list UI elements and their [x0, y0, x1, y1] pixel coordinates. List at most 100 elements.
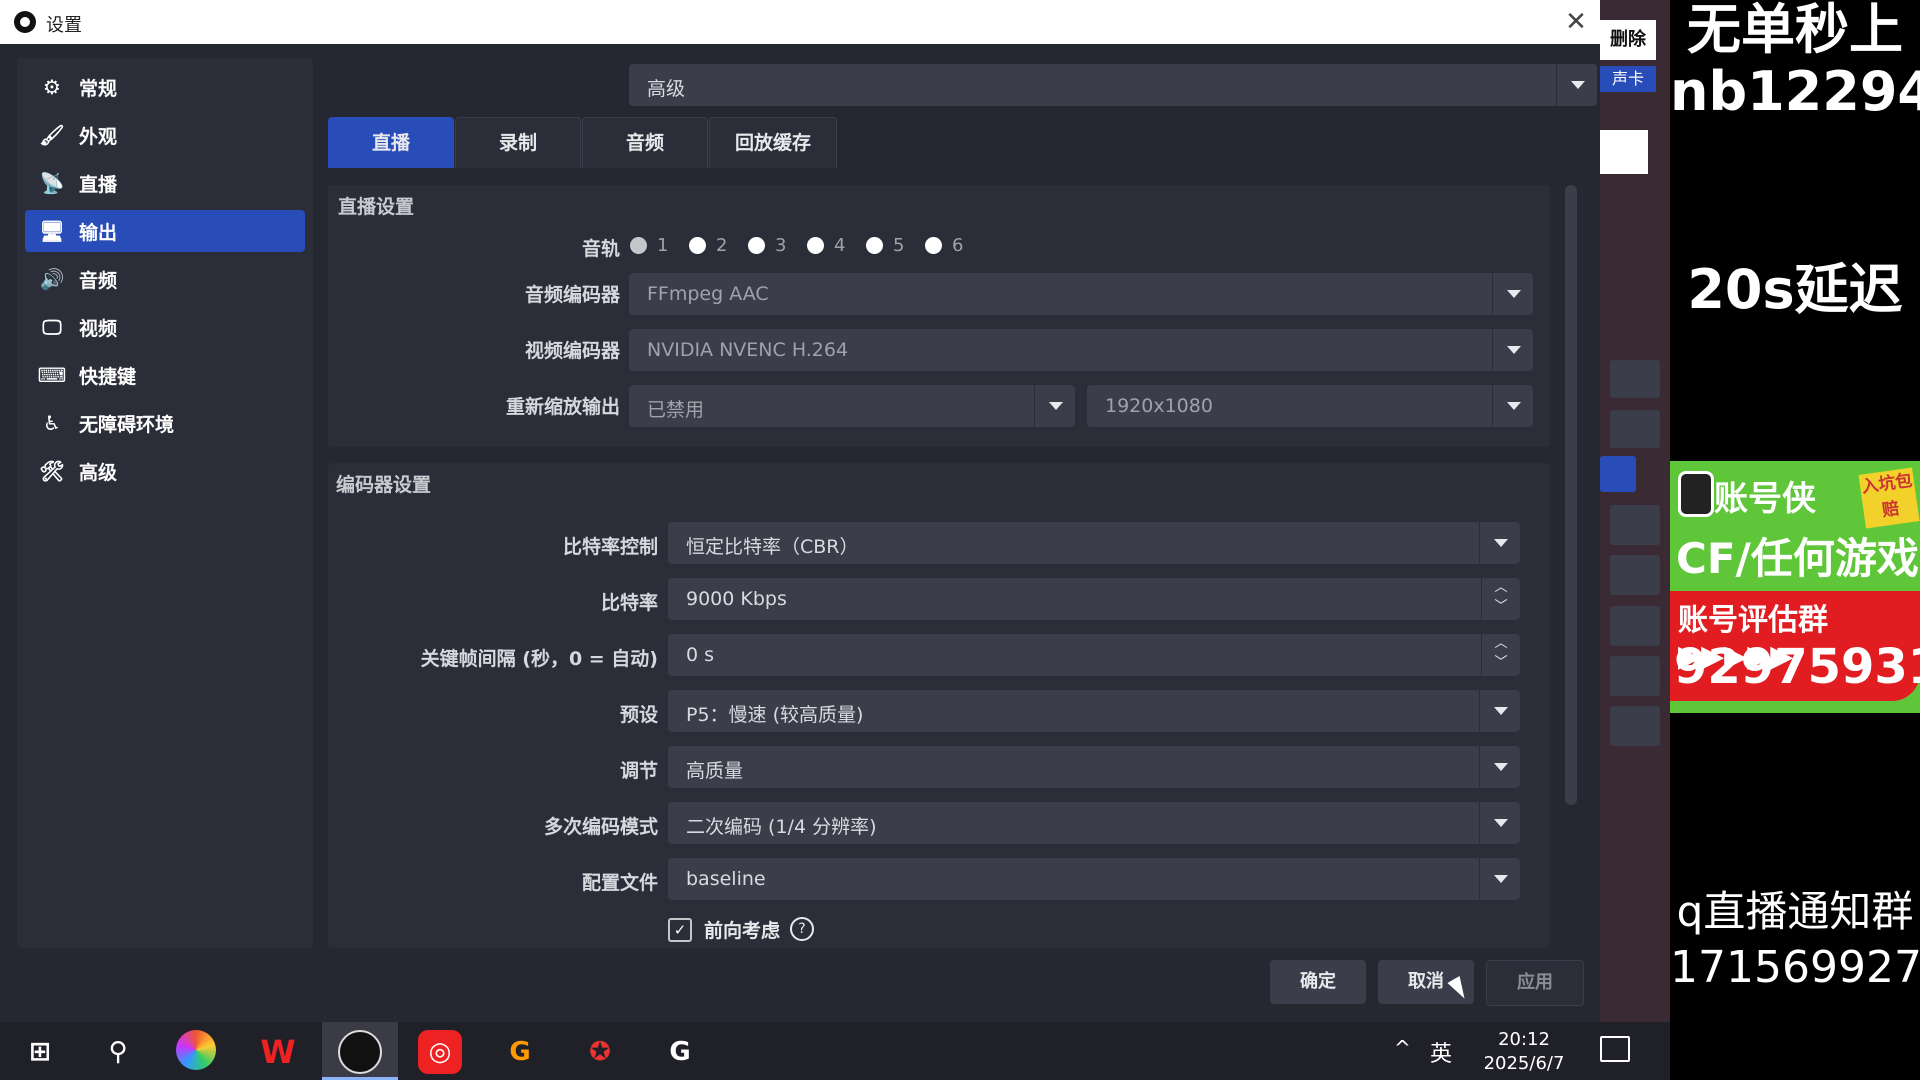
ad-corner-badge: 入坑包赔: [1858, 467, 1920, 529]
chevron-down-icon: [1479, 522, 1520, 564]
overlay-line-1: 无单秒上: [1687, 0, 1903, 61]
audio-track-5[interactable]: 5: [866, 235, 904, 256]
bg-block: [1610, 360, 1660, 398]
ad-line-2: CF/任何游戏: [1676, 534, 1919, 583]
chevron-down-icon: [1479, 690, 1520, 732]
game-g-icon[interactable]: G: [498, 1030, 542, 1074]
wps-icon[interactable]: W: [256, 1030, 300, 1074]
sidebar-item-output[interactable]: 🖥 输出: [25, 210, 305, 252]
obs-app-icon: [14, 11, 36, 33]
tab-audio[interactable]: 音频: [582, 117, 708, 168]
search-icon[interactable]: ⚲: [96, 1030, 140, 1074]
windows-start-icon[interactable]: ⊞: [18, 1030, 62, 1074]
sidebar-item-label: 高级: [79, 461, 118, 484]
audio-track-1[interactable]: 1: [630, 235, 668, 256]
bg-block: [1610, 555, 1660, 595]
rate-control-select[interactable]: 恒定比特率（CBR）: [668, 522, 1520, 564]
video-encoder-select[interactable]: NVIDIA NVENC H.264: [629, 329, 1533, 371]
sidebar-item-label: 快捷键: [79, 365, 137, 388]
rescale-output-label: 重新缩放输出: [505, 396, 620, 418]
tuning-select[interactable]: 高质量: [668, 746, 1520, 788]
keyboard-icon: ⌨: [37, 363, 67, 387]
audio-track-4[interactable]: 4: [807, 235, 845, 256]
content-scrollbar[interactable]: [1565, 185, 1577, 805]
logitech-g-icon[interactable]: G: [658, 1030, 702, 1074]
cf-game-icon[interactable]: ✪: [578, 1030, 622, 1074]
audio-track-2[interactable]: 2: [689, 235, 727, 256]
accessibility-icon: ♿: [43, 411, 61, 435]
video-encoder-label: 视频编码器: [524, 340, 620, 362]
rescale-output-select[interactable]: 已禁用: [629, 385, 1075, 427]
settings-sidebar: ⚙ 常规 🖌 外观 📡 直播 🖥 输出 🔊 音频 🖵 视频 ⌨ 快捷键 ♿ 无障…: [17, 58, 313, 948]
bitrate-label: 比特率: [600, 592, 658, 614]
audio-encoder-select[interactable]: FFmpeg AAC: [629, 273, 1533, 315]
tab-replay-buffer[interactable]: 回放缓存: [709, 117, 837, 168]
sidebar-item-audio[interactable]: 🔊 音频: [25, 258, 305, 300]
clock-time: 20:12: [1498, 1029, 1550, 1050]
sidebar-item-general[interactable]: ⚙ 常规: [25, 66, 305, 108]
bg-block: [1610, 656, 1660, 696]
audio-track-6[interactable]: 6: [925, 235, 963, 256]
sidebar-item-stream[interactable]: 📡 直播: [25, 162, 305, 204]
encoder-settings-title: 编码器设置: [336, 474, 432, 496]
speaker-icon: 🔊: [39, 267, 65, 291]
sidebar-item-label: 常规: [79, 77, 118, 100]
gear-icon: ⚙: [43, 75, 61, 99]
sidebar-item-advanced[interactable]: 🛠 高级: [25, 450, 305, 492]
lookahead-checkbox[interactable]: ✓: [668, 918, 692, 942]
antenna-icon: 📡: [39, 171, 65, 195]
profile-select[interactable]: baseline: [668, 858, 1520, 900]
sidebar-item-label: 无障碍环境: [79, 413, 175, 436]
spin-arrows-icon[interactable]: ︿ ﹀: [1481, 634, 1520, 676]
advert-banner: 账号侠 入坑包赔 CF/任何游戏 账号评估群 ▶▶▶▶▶ 929759317: [1670, 461, 1920, 713]
bg-block: [1610, 706, 1660, 746]
lock-icon: [1678, 471, 1714, 517]
chevron-down-icon: [1556, 64, 1597, 106]
bitrate-spinbox[interactable]: 9000 Kbps ︿ ﹀: [668, 578, 1520, 620]
rescale-resolution-select[interactable]: 1920x1080: [1087, 385, 1533, 427]
keyframe-interval-spinbox[interactable]: 0 s ︿ ﹀: [668, 634, 1520, 676]
ad-line-1: 账号侠: [1714, 479, 1816, 519]
notification-icon[interactable]: [1600, 1036, 1630, 1062]
spin-arrows-icon[interactable]: ︿ ﹀: [1481, 578, 1520, 620]
browser-icon[interactable]: [176, 1030, 216, 1070]
audio-track-3[interactable]: 3: [748, 235, 786, 256]
clock-date: 2025/6/7: [1483, 1053, 1565, 1074]
overlay-line-2: nb122943: [1670, 60, 1920, 123]
keyframe-interval-label: 关键帧间隔 (秒，0 = 自动): [420, 648, 658, 670]
sidebar-item-hotkeys[interactable]: ⌨ 快捷键: [25, 354, 305, 396]
bg-block: [1610, 606, 1660, 646]
sidebar-item-appearance[interactable]: 🖌 外观: [25, 114, 305, 156]
output-icon: 🖥: [39, 219, 65, 243]
show-hidden-icons-caret[interactable]: ^: [1394, 1036, 1411, 1060]
overlay-line-3: 20s延迟: [1687, 258, 1903, 321]
ok-button[interactable]: 确定: [1270, 960, 1366, 1004]
background-window: 删除 声卡: [1600, 0, 1670, 1022]
wrench-icon: 🛠: [39, 459, 65, 483]
bg-blue-button: [1600, 456, 1636, 492]
chevron-down-icon: [1479, 746, 1520, 788]
audio-encoder-label: 音频编码器: [524, 284, 620, 306]
title-bar: 设置 ✕: [0, 0, 1600, 44]
sidebar-item-video[interactable]: 🖵 视频: [25, 306, 305, 348]
preset-label: 预设: [619, 704, 658, 726]
obs-icon[interactable]: [338, 1030, 382, 1074]
sidebar-item-accessibility[interactable]: ♿ 无障碍环境: [25, 402, 305, 444]
taskbar: ⊞ ⚲ W ◎ G ✪ G ^ 英 20:12 2025/6/7: [0, 1022, 1670, 1080]
multipass-label: 多次编码模式: [543, 816, 658, 838]
multipass-select[interactable]: 二次编码 (1/4 分辨率): [668, 802, 1520, 844]
preset-select[interactable]: P5：慢速 (较高质量): [668, 690, 1520, 732]
output-mode-select[interactable]: 高级: [629, 64, 1597, 106]
bg-white-panel: [1600, 130, 1648, 174]
help-icon[interactable]: ?: [790, 917, 814, 941]
chevron-down-icon: [1492, 385, 1533, 427]
chevron-down-icon: [1492, 273, 1533, 315]
tab-recording[interactable]: 录制: [455, 117, 581, 168]
close-icon[interactable]: ✕: [1560, 4, 1592, 40]
ime-indicator[interactable]: 英: [1430, 1036, 1452, 1068]
tab-stream[interactable]: 直播: [328, 117, 454, 168]
sidebar-item-label: 外观: [79, 125, 118, 148]
system-clock[interactable]: 20:12 2025/6/7: [1474, 1028, 1574, 1076]
netease-music-icon[interactable]: ◎: [418, 1030, 462, 1074]
apply-button[interactable]: 应用: [1486, 960, 1584, 1006]
